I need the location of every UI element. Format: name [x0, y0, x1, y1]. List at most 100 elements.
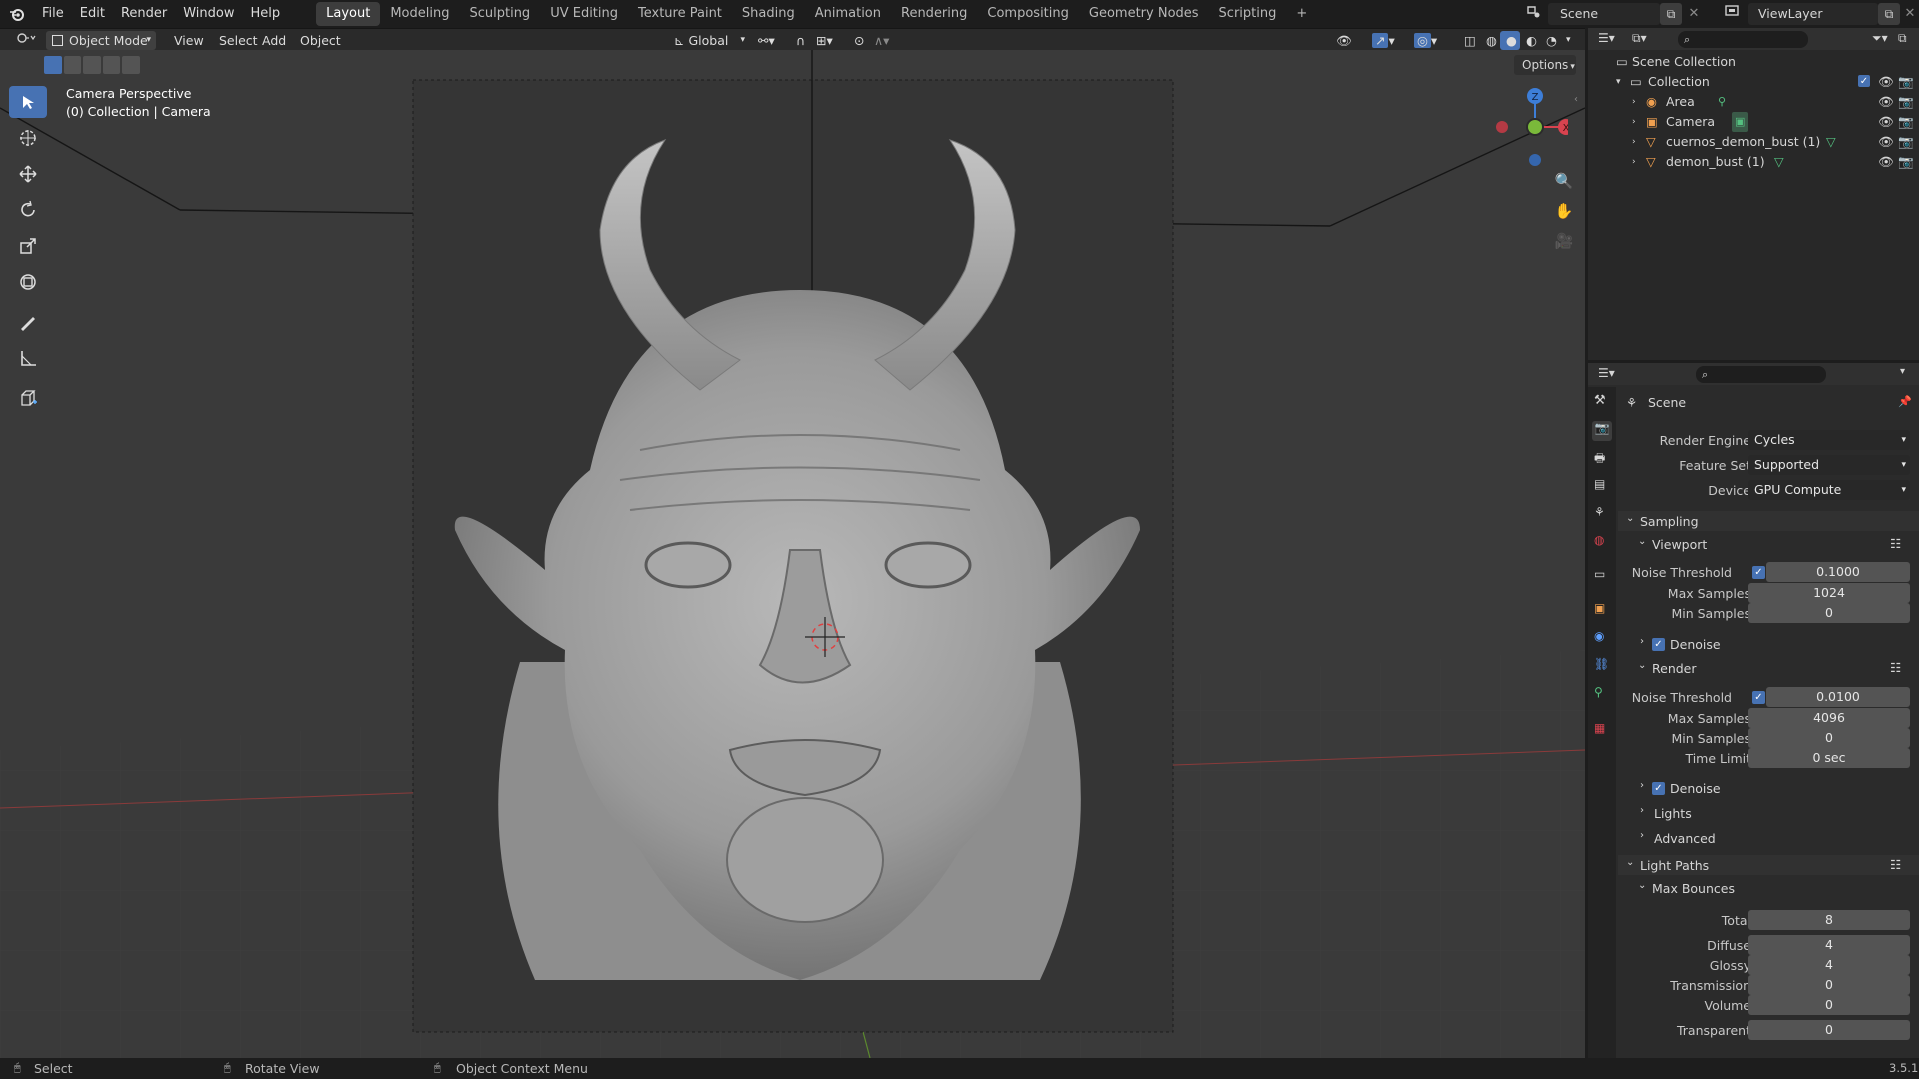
blender-logo-icon[interactable]	[0, 0, 34, 28]
tab-compositing[interactable]: Compositing	[977, 2, 1079, 26]
zoom-icon[interactable]: 🔍	[1550, 168, 1578, 194]
outliner-row-camera[interactable]: › ▣ Camera ▣ 👁 📷	[1588, 112, 1919, 132]
add-workspace-button[interactable]: +	[1286, 2, 1317, 26]
chevron-down-icon[interactable]: ▾	[1900, 366, 1905, 377]
menu-view[interactable]: View	[168, 31, 210, 50]
render-engine-dropdown[interactable]: Cycles ▾	[1748, 430, 1910, 450]
time-limit-field[interactable]: 0 sec	[1748, 748, 1910, 768]
select-subtract-icon[interactable]	[83, 56, 101, 74]
menu-window[interactable]: Window	[175, 0, 242, 28]
snap-target-icon[interactable]: ⊞▾	[810, 31, 842, 50]
menu-add[interactable]: Add	[256, 31, 292, 50]
navigation-gizmo[interactable]: Z X	[1488, 82, 1568, 172]
gizmo-neg-x-axis[interactable]	[1496, 121, 1508, 133]
select-extend-icon[interactable]	[63, 56, 82, 74]
new-scene-button[interactable]: ⧉	[1660, 3, 1682, 25]
eye-icon[interactable]: 👁	[1878, 132, 1894, 152]
gizmo-y-axis[interactable]	[1526, 118, 1544, 136]
rendered-shading-icon[interactable]: ◔	[1540, 31, 1560, 50]
overlay-toggle-icon[interactable]: ◎ ▾	[1408, 31, 1442, 50]
outliner-row-cuernos-demon-bust[interactable]: › ▽ cuernos_demon_bust (1) ▽ 👁 📷	[1588, 132, 1919, 152]
measure-tool-icon[interactable]	[9, 342, 47, 374]
cursor-tool-icon[interactable]	[9, 122, 47, 154]
menu-file[interactable]: File	[34, 0, 72, 28]
tab-physics-icon[interactable]: ◉	[1594, 629, 1604, 643]
pivot-point-icon[interactable]: ⚯▾	[752, 31, 782, 50]
annotate-tool-icon[interactable]	[9, 306, 47, 338]
render-camera-icon[interactable]: 📷	[1898, 112, 1914, 132]
mesh-data-icon[interactable]: ▽	[1826, 132, 1836, 152]
denoise-checkbox[interactable]: ✓	[1652, 638, 1665, 651]
view-layer-field[interactable]: ViewLayer	[1748, 3, 1878, 25]
properties-editor-type-icon[interactable]: ☰▾	[1598, 366, 1615, 380]
presets-list-icon[interactable]: ☷	[1890, 536, 1901, 551]
snap-icon[interactable]: ∩	[790, 31, 810, 50]
solid-shading-icon[interactable]: ●	[1500, 31, 1520, 50]
properties-search-input[interactable]: ⌕	[1696, 366, 1826, 383]
outliner-row-demon-bust[interactable]: › ▽ demon_bust (1) ▽ 👁 📷	[1588, 152, 1919, 172]
viewport-subpanel-header[interactable]: ⌄ Viewport ☷	[1630, 536, 1919, 556]
tab-texture-paint[interactable]: Texture Paint	[628, 2, 732, 26]
eye-icon[interactable]: 👁	[1878, 152, 1894, 172]
denoise-checkbox[interactable]: ✓	[1652, 782, 1665, 795]
lights-subpanel[interactable]: › Lights	[1630, 804, 1919, 824]
eye-icon[interactable]: 👁	[1878, 92, 1894, 112]
display-mode-icon[interactable]: ⧉▾	[1632, 31, 1647, 46]
device-dropdown[interactable]: GPU Compute ▾	[1748, 480, 1910, 500]
outliner-row-collection[interactable]: ▾ ▭ Collection ✓ 👁 📷	[1588, 72, 1919, 92]
scale-tool-icon[interactable]	[9, 230, 47, 262]
shading-options-chevron-icon[interactable]: ▾	[1560, 31, 1578, 50]
tab-modeling[interactable]: Modeling	[380, 2, 459, 26]
feature-set-dropdown[interactable]: Supported ▾	[1748, 455, 1910, 475]
move-tool-icon[interactable]	[9, 158, 47, 190]
tab-animation[interactable]: Animation	[805, 2, 891, 26]
render-camera-icon[interactable]: 📷	[1898, 72, 1914, 92]
min-samples-field[interactable]: 0	[1748, 728, 1910, 748]
max-samples-field[interactable]: 4096	[1748, 708, 1910, 728]
select-intersect-icon[interactable]	[122, 56, 140, 74]
light-data-icon[interactable]: ⚲	[1718, 92, 1726, 112]
outliner-row-area[interactable]: › ◉ Area ⚲ 👁 📷	[1588, 92, 1919, 112]
expand-chevron-icon[interactable]: ▾	[1616, 72, 1621, 92]
render-camera-icon[interactable]: 📷	[1898, 152, 1914, 172]
visibility-icon[interactable]: 👁▾	[1330, 31, 1360, 67]
sidebar-toggle-chevron-icon[interactable]: ‹	[1574, 94, 1584, 110]
transform-tool-icon[interactable]	[9, 266, 47, 298]
tab-geometry-nodes[interactable]: Geometry Nodes	[1079, 2, 1209, 26]
advanced-subpanel[interactable]: › Advanced	[1630, 829, 1919, 849]
bounces-glossy-field[interactable]: 4	[1748, 955, 1910, 975]
pin-icon[interactable]: 📌	[1898, 395, 1912, 408]
tab-world-icon[interactable]: ◍	[1594, 533, 1604, 547]
new-collection-icon[interactable]: ⧉	[1898, 31, 1907, 46]
tab-scene-icon[interactable]: ⚘	[1594, 505, 1605, 519]
bounces-diffuse-field[interactable]: 4	[1748, 935, 1910, 955]
select-invert-icon[interactable]	[102, 56, 121, 74]
filter-icon[interactable]: ⏷▾	[1872, 31, 1888, 46]
tab-constraints-icon[interactable]: ⛓	[1594, 657, 1609, 671]
render-camera-icon[interactable]: 📷	[1898, 132, 1914, 152]
bounces-transparent-field[interactable]: 0	[1748, 1020, 1910, 1040]
new-view-layer-button[interactable]: ⧉	[1878, 3, 1900, 25]
material-shading-icon[interactable]: ◐	[1520, 31, 1540, 50]
mode-dropdown[interactable]: Object Mode ▾	[46, 31, 156, 50]
tab-uv-editing[interactable]: UV Editing	[540, 2, 628, 26]
sampling-panel-header[interactable]: ⌄ Sampling	[1618, 511, 1919, 531]
render-camera-icon[interactable]: 📷	[1898, 92, 1914, 112]
bounces-total-field[interactable]: 8	[1748, 910, 1910, 930]
render-denoise-subpanel[interactable]: › ✓ Denoise	[1630, 779, 1919, 799]
mesh-data-icon[interactable]: ▽	[1774, 152, 1784, 172]
falloff-icon[interactable]: ∧▾	[868, 31, 898, 50]
3d-viewport[interactable]: Camera Perspective (0) Collection | Came…	[0, 50, 1585, 1058]
max-bounces-subpanel-header[interactable]: ⌄ Max Bounces	[1630, 880, 1919, 900]
pan-hand-icon[interactable]: ✋	[1550, 198, 1578, 224]
bounces-transmission-field[interactable]: 0	[1748, 975, 1910, 995]
expand-chevron-icon[interactable]: ›	[1632, 132, 1636, 152]
wireframe-shading-icon[interactable]: ◍	[1480, 31, 1500, 50]
transform-orientation-dropdown[interactable]: ⊾ Global ▾	[668, 31, 748, 50]
delete-view-layer-icon[interactable]: ✕	[1902, 3, 1918, 25]
xray-icon[interactable]: ◫	[1458, 31, 1478, 50]
presets-list-icon[interactable]: ☷	[1890, 660, 1901, 675]
noise-threshold-checkbox[interactable]: ✓	[1752, 691, 1765, 704]
tab-shading[interactable]: Shading	[732, 2, 805, 26]
gizmo-neg-z-axis[interactable]	[1529, 154, 1541, 166]
